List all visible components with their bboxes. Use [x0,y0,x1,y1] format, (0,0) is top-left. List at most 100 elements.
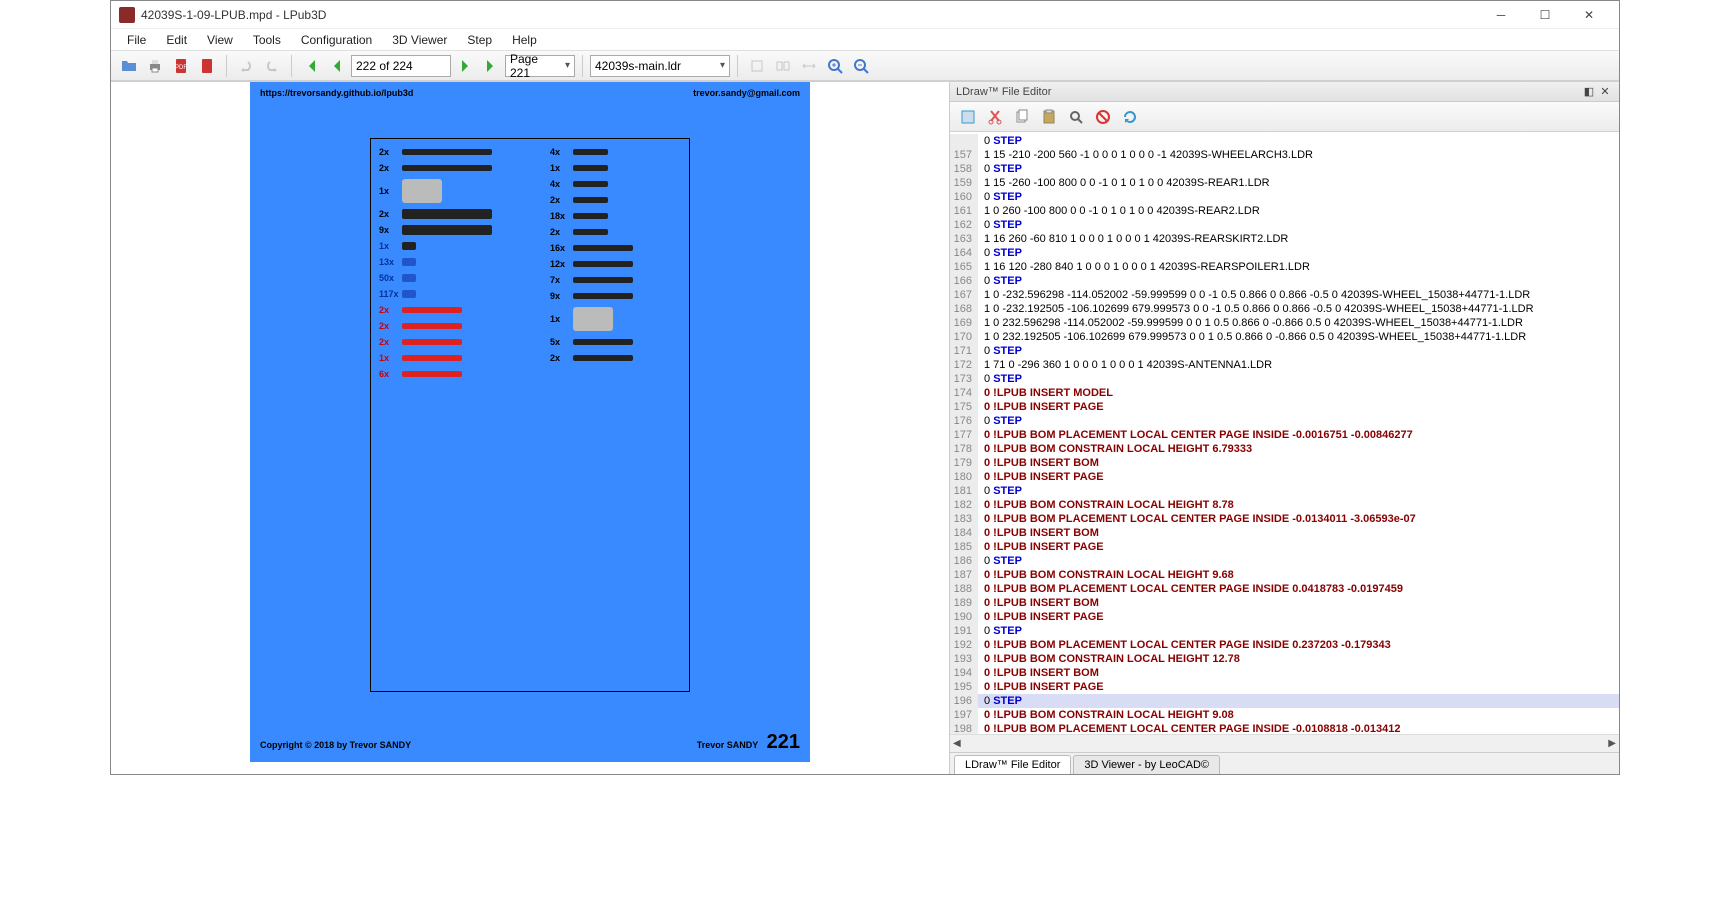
code-line[interactable]: 1730 STEP [950,372,1619,386]
cut-button[interactable] [983,105,1007,129]
first-page-button[interactable] [299,54,323,78]
select-all-button[interactable] [956,105,980,129]
paste-button[interactable] [1037,105,1061,129]
menu-edit[interactable]: Edit [156,31,197,49]
code-line[interactable]: 1850 !LPUB INSERT PAGE [950,540,1619,554]
delete-button[interactable] [1091,105,1115,129]
code-line[interactable]: 1681 0 -232.192505 -106.102699 679.99957… [950,302,1619,316]
zoom-out-button[interactable] [849,54,873,78]
code-line[interactable]: 1691 0 232.596298 -114.052002 -59.999599… [950,316,1619,330]
code-line[interactable]: 1580 STEP [950,162,1619,176]
zoom-fit-button[interactable] [745,54,769,78]
bom-part: 9x [379,225,510,235]
code-line[interactable]: 1660 STEP [950,274,1619,288]
menu-step[interactable]: Step [457,31,502,49]
bom-part: 2x [379,305,510,315]
model-select-combo[interactable]: 42039s-main.ldr [590,55,730,77]
code-line[interactable]: 1900 !LPUB INSERT PAGE [950,610,1619,624]
code-line[interactable]: 1600 STEP [950,190,1619,204]
refresh-button[interactable] [1118,105,1142,129]
dock-float-button[interactable]: ◧ [1581,84,1597,100]
code-line[interactable]: 1640 STEP [950,246,1619,260]
bom-part: 12x [550,259,681,269]
bom-part: 1x [550,307,681,331]
next-page-button[interactable] [453,54,477,78]
zoom-in-button[interactable] [823,54,847,78]
minimize-button[interactable]: ─ [1479,1,1523,29]
code-line[interactable]: 0 STEP [950,134,1619,148]
editor-tab[interactable]: 3D Viewer - by LeoCAD© [1073,755,1220,774]
find-button[interactable] [1064,105,1088,129]
open-file-button[interactable] [117,54,141,78]
editor-scrollbar[interactable]: ◀ ▶ [950,734,1619,752]
menu-3d-viewer[interactable]: 3D Viewer [382,31,457,49]
code-line[interactable]: 1721 71 0 -296 360 1 0 0 0 1 0 0 0 1 420… [950,358,1619,372]
code-line[interactable]: 1810 STEP [950,484,1619,498]
code-line[interactable]: 1760 STEP [950,414,1619,428]
scroll-left-icon[interactable]: ◀ [953,738,961,749]
copy-button[interactable] [1010,105,1034,129]
export-pdf2-button[interactable] [195,54,219,78]
code-line[interactable]: 1880 !LPUB BOM PLACEMENT LOCAL CENTER PA… [950,582,1619,596]
last-page-button[interactable] [479,54,503,78]
code-line[interactable]: 1620 STEP [950,218,1619,232]
code-line[interactable]: 1860 STEP [950,554,1619,568]
code-line[interactable]: 1950 !LPUB INSERT PAGE [950,680,1619,694]
print-button[interactable] [143,54,167,78]
menu-view[interactable]: View [197,31,243,49]
preview-pane[interactable]: https://trevorsandy.github.io/lpub3d tre… [111,82,949,774]
code-line[interactable]: 1740 !LPUB INSERT MODEL [950,386,1619,400]
bom-column-left: 2x2x1x2x9x1x13x50x117x2x2x2x1x6x [379,147,510,683]
editor-toolbar [950,102,1619,132]
code-line[interactable]: 1970 !LPUB BOM CONSTRAIN LOCAL HEIGHT 9.… [950,708,1619,722]
redo-button[interactable] [260,54,284,78]
code-line[interactable]: 1870 !LPUB BOM CONSTRAIN LOCAL HEIGHT 9.… [950,568,1619,582]
prev-page-button[interactable] [325,54,349,78]
code-line[interactable]: 1611 0 260 -100 800 0 0 -1 0 1 0 1 0 0 4… [950,204,1619,218]
menu-help[interactable]: Help [502,31,547,49]
editor-tab[interactable]: LDraw™ File Editor [954,755,1071,774]
bom-part: 117x [379,289,510,299]
code-line[interactable]: 1780 !LPUB BOM CONSTRAIN LOCAL HEIGHT 6.… [950,442,1619,456]
close-button[interactable]: ✕ [1567,1,1611,29]
bom-part: 1x [379,353,510,363]
bom-part: 9x [550,291,681,301]
menu-file[interactable]: File [117,31,156,49]
zoom-actual-button[interactable] [771,54,795,78]
code-line[interactable]: 1890 !LPUB INSERT BOM [950,596,1619,610]
menu-configuration[interactable]: Configuration [291,31,382,49]
code-line[interactable]: 1820 !LPUB BOM CONSTRAIN LOCAL HEIGHT 8.… [950,498,1619,512]
code-line[interactable]: 1770 !LPUB BOM PLACEMENT LOCAL CENTER PA… [950,428,1619,442]
code-line[interactable]: 1920 !LPUB BOM PLACEMENT LOCAL CENTER PA… [950,638,1619,652]
dock-close-button[interactable]: ✕ [1597,84,1613,100]
code-line[interactable]: 1830 !LPUB BOM PLACEMENT LOCAL CENTER PA… [950,512,1619,526]
code-line[interactable]: 1651 16 120 -280 840 1 0 0 0 1 0 0 0 1 4… [950,260,1619,274]
code-line[interactable]: 1940 !LPUB INSERT BOM [950,666,1619,680]
code-line[interactable]: 1790 !LPUB INSERT BOM [950,456,1619,470]
code-line[interactable]: 1930 !LPUB BOM CONSTRAIN LOCAL HEIGHT 12… [950,652,1619,666]
page-number: 221 [767,731,800,753]
code-line[interactable]: 1671 0 -232.596298 -114.052002 -59.99959… [950,288,1619,302]
scroll-right-icon[interactable]: ▶ [1608,738,1616,749]
export-pdf-button[interactable]: PDF [169,54,193,78]
bom-part: 4x [550,147,681,157]
page-number-field[interactable] [351,55,451,77]
bom-part: 2x [550,195,681,205]
code-line[interactable]: 1701 0 232.192505 -106.102699 679.999573… [950,330,1619,344]
code-line[interactable]: 1980 !LPUB BOM PLACEMENT LOCAL CENTER PA… [950,722,1619,734]
code-line[interactable]: 1631 16 260 -60 810 1 0 0 0 1 0 0 0 1 42… [950,232,1619,246]
undo-button[interactable] [234,54,258,78]
code-line[interactable]: 1910 STEP [950,624,1619,638]
code-line[interactable]: 1800 !LPUB INSERT PAGE [950,470,1619,484]
code-editor[interactable]: 0 STEP1571 15 -210 -200 560 -1 0 0 0 1 0… [950,132,1619,734]
menu-tools[interactable]: Tools [243,31,291,49]
code-line[interactable]: 1591 15 -260 -100 800 0 0 -1 0 1 0 1 0 0… [950,176,1619,190]
zoom-width-button[interactable] [797,54,821,78]
maximize-button[interactable]: ☐ [1523,1,1567,29]
code-line[interactable]: 1571 15 -210 -200 560 -1 0 0 0 1 0 0 0 -… [950,148,1619,162]
code-line[interactable]: 1750 !LPUB INSERT PAGE [950,400,1619,414]
page-select-combo[interactable]: Page 221 [505,55,575,77]
code-line[interactable]: 1960 STEP [950,694,1619,708]
code-line[interactable]: 1840 !LPUB INSERT BOM [950,526,1619,540]
code-line[interactable]: 1710 STEP [950,344,1619,358]
